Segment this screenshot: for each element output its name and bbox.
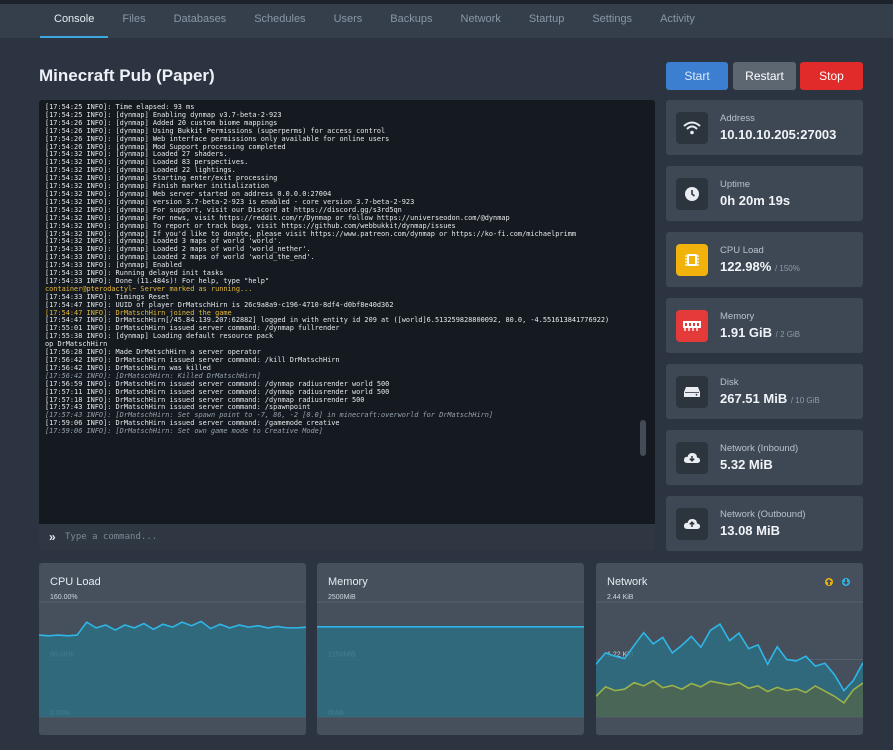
console-line: [17:59:06 INFO]: [DrMatschHirn: Set own … — [45, 427, 323, 436]
stat-limit: / 2 GiB — [775, 330, 801, 339]
y-tick-label: 2500MiB — [328, 594, 356, 601]
cloud-upload-icon — [676, 508, 708, 540]
start-button[interactable]: Start — [666, 62, 728, 90]
cpu-load-chart: 160.00%80.00%0.00% — [39, 594, 306, 718]
memory-chart-card: Memory 2500MiB1250MiB0MiB — [317, 563, 584, 735]
tab-schedules[interactable]: Schedules — [240, 4, 319, 38]
stat-value: 1.91 GiB / 2 GiB — [720, 325, 800, 340]
stat-label: Disk — [720, 377, 739, 388]
restart-button[interactable]: Restart — [733, 62, 796, 90]
server-nav: Console Files Databases Schedules Users Backu… — [0, 4, 893, 38]
cloud-download-icon — [676, 442, 708, 474]
stat-value: 0h 20m 19s — [720, 193, 790, 208]
stat-value: 5.32 MiB — [720, 457, 773, 472]
y-tick-label: 160.00% — [50, 594, 78, 601]
tab-users[interactable]: Users — [320, 4, 377, 38]
network-legend — [825, 578, 850, 586]
console-log: [17:54:25 INFO]: Time elapsed: 93 ms [17:… — [39, 100, 655, 440]
stat-card-net_out: Network (Outbound) 13.08 MiB — [666, 496, 863, 551]
stat-label: Uptime — [720, 179, 751, 190]
stat-card-memory: Memory 1.91 GiB / 2 GiB — [666, 298, 863, 353]
stat-label: Address — [720, 113, 755, 124]
memory-icon — [676, 310, 708, 342]
stat-value-text: 0h 20m 19s — [720, 193, 791, 208]
stat-value-text: 122.98% — [720, 259, 772, 274]
y-tick-label: 2.44 KiB — [607, 594, 634, 601]
wifi-icon — [676, 112, 708, 144]
clock-icon — [676, 178, 708, 210]
chevron-right-icon: » — [49, 530, 56, 544]
tab-settings[interactable]: Settings — [578, 4, 646, 38]
tab-files[interactable]: Files — [108, 4, 159, 38]
stat-card-uptime: Uptime 0h 20m 19s — [666, 166, 863, 221]
hard-drive-icon — [676, 376, 708, 408]
page-title: Minecraft Pub (Paper) — [39, 66, 215, 85]
stat-value-text: 13.08 MiB — [720, 523, 780, 538]
cpu-chip-icon — [676, 244, 708, 276]
stat-label: Network (Inbound) — [720, 443, 799, 454]
stop-button[interactable]: Stop — [800, 62, 863, 90]
console-scrollbar[interactable] — [640, 420, 646, 456]
network-chart-card: Network 2.44 KiB1.22 KiB0 Bytes — [596, 563, 863, 735]
stat-card-net_in: Network (Inbound) 5.32 MiB — [666, 430, 863, 485]
tab-activity[interactable]: Activity — [646, 4, 709, 38]
tab-databases[interactable]: Databases — [160, 4, 241, 38]
tab-startup[interactable]: Startup — [515, 4, 578, 38]
network-chart: 2.44 KiB1.22 KiB0 Bytes — [596, 594, 863, 718]
stat-label: Network (Outbound) — [720, 509, 806, 520]
stat-value-text: 1.91 GiB — [720, 325, 773, 340]
stat-card-cpu: CPU Load 122.98% / 150% — [666, 232, 863, 287]
tab-backups[interactable]: Backups — [376, 4, 446, 38]
cpu-chart-card: CPU Load 160.00%80.00%0.00% — [39, 563, 306, 735]
stat-value: 10.10.10.205:27003 — [720, 127, 836, 142]
stat-value: 13.08 MiB — [720, 523, 780, 538]
download-arrow-icon[interactable] — [842, 578, 850, 586]
series-area — [39, 621, 306, 717]
stat-value: 122.98% / 150% — [720, 259, 800, 274]
stat-card-disk: Disk 267.51 MiB / 10 GiB — [666, 364, 863, 419]
stat-label: CPU Load — [720, 245, 764, 256]
tab-network[interactable]: Network — [447, 4, 515, 38]
stat-limit: / 10 GiB — [790, 396, 820, 405]
stat-label: Memory — [720, 311, 755, 322]
upload-arrow-icon[interactable] — [825, 578, 833, 586]
stat-value-text: 5.32 MiB — [720, 457, 773, 472]
stat-value: 267.51 MiB / 10 GiB — [720, 391, 820, 406]
series-area — [317, 626, 584, 717]
stat-value-text: 267.51 MiB — [720, 391, 788, 406]
console-line: [17:55:38 INFO]: [dynmap] Loading defaul… — [45, 332, 274, 341]
stat-card-address: Address 10.10.10.205:27003 — [666, 100, 863, 155]
command-input[interactable] — [65, 532, 625, 542]
console-output[interactable]: [17:54:25 INFO]: Time elapsed: 93 ms [17:… — [39, 100, 655, 524]
stat-limit: / 150% — [774, 264, 800, 273]
memory-chart: 2500MiB1250MiB0MiB — [317, 594, 584, 718]
stat-value-text: 10.10.10.205:27003 — [720, 127, 837, 142]
command-bar: » — [39, 524, 655, 550]
tab-console[interactable]: Console — [40, 4, 109, 38]
